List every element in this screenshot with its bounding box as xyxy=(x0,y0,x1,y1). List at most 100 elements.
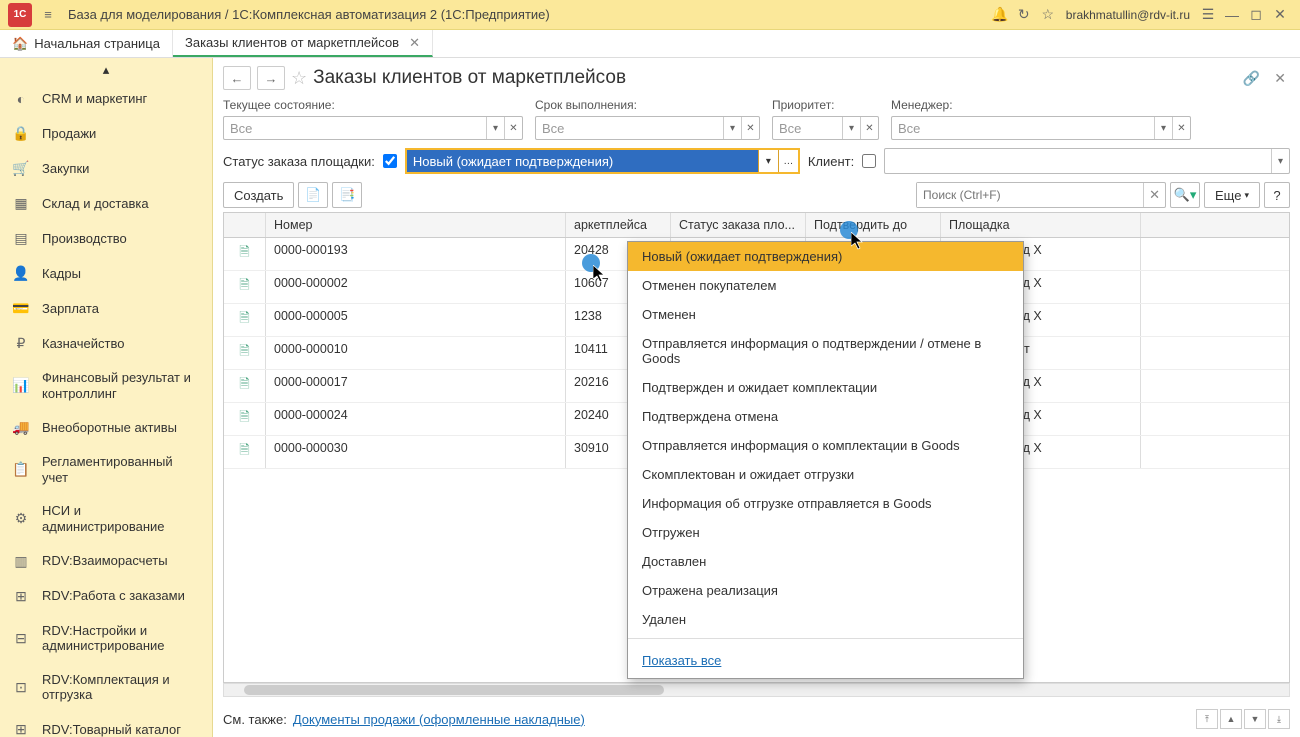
sidebar-item-11[interactable]: ⚙НСИ и администрирование xyxy=(0,494,212,543)
clear-icon[interactable]: ✕ xyxy=(1143,183,1165,207)
sidebar-item-13[interactable]: ⊞RDV:Работа с заказами xyxy=(0,579,212,614)
nav-back-button[interactable]: ← xyxy=(223,66,251,90)
dropdown-item[interactable]: Отгружен xyxy=(628,518,1023,547)
nav-buttons: ⤒ ▲ ▼ ⤓ xyxy=(1196,709,1290,729)
chevron-down-icon[interactable]: ▾ xyxy=(1271,149,1289,173)
col-confirm[interactable]: Подтвердить до xyxy=(806,213,941,237)
tab-close-icon[interactable]: ✕ xyxy=(409,35,420,51)
clear-icon[interactable]: ✕ xyxy=(741,117,759,139)
sidebar-item-1[interactable]: 🔒Продажи xyxy=(0,116,212,151)
filter-status-value[interactable]: Новый (ожидает подтверждения) xyxy=(407,150,758,172)
sidebar-item-14[interactable]: ⊟RDV:Настройки и администрирование xyxy=(0,614,212,663)
col-marketplace[interactable]: аркетплейса xyxy=(566,213,671,237)
filter-manager-box[interactable]: Все ▾ ✕ xyxy=(891,116,1191,140)
doc-icon: 🗎 xyxy=(239,310,249,325)
logo-1c: 1C xyxy=(8,3,32,27)
filter-client-box[interactable]: ▾ xyxy=(884,148,1290,174)
close-icon[interactable]: ✕ xyxy=(1268,6,1292,23)
filter-priority-box[interactable]: Все ▾ ✕ xyxy=(772,116,879,140)
ellipsis-icon[interactable]: … xyxy=(778,150,798,172)
dropdown-item[interactable]: Удален xyxy=(628,605,1023,634)
favorite-icon[interactable]: ☆ xyxy=(291,68,307,89)
sidebar-item-10[interactable]: 📋 Регламентированный учет xyxy=(0,445,212,494)
dropdown-item[interactable]: Новый (ожидает подтверждения) xyxy=(628,242,1023,271)
help-button[interactable]: ? xyxy=(1264,182,1290,208)
dropdown-item[interactable]: Отменен xyxy=(628,300,1023,329)
user-label[interactable]: brakhmatullin@rdv-it.ru xyxy=(1060,8,1196,22)
sidebar-item-0[interactable]: ◐CRM и маркетинг xyxy=(0,82,212,116)
dropdown-item[interactable]: Скомплектован и ожидает отгрузки xyxy=(628,460,1023,489)
dropdown-show-all[interactable]: Показать все xyxy=(628,643,1023,678)
minimize-icon[interactable]: — xyxy=(1220,7,1244,23)
sidebar-item-4[interactable]: ▤Производство xyxy=(0,221,212,256)
sidebar-item-12[interactable]: ▥RDV:Взаиморасчеты xyxy=(0,544,212,579)
link-icon[interactable]: 🔗 xyxy=(1239,70,1264,87)
sidebar-item-16[interactable]: ⊞RDV:Товарный каталог xyxy=(0,712,212,737)
dropdown-item[interactable]: Информация об отгрузке отправляется в Go… xyxy=(628,489,1023,518)
sidebar-item-9[interactable]: 🚚Внеоборотные активы xyxy=(0,410,212,445)
footer-link[interactable]: Документы продажи (оформленные накладные… xyxy=(293,712,585,727)
filter-client-checkbox[interactable] xyxy=(862,154,876,168)
search-box[interactable]: ✕ xyxy=(916,182,1166,208)
sidebar-item-8[interactable]: 📊Финансовый результат и контроллинг xyxy=(0,361,212,410)
nav-fwd-button[interactable]: → xyxy=(257,66,285,90)
tab-home[interactable]: 🏠 Начальная страница xyxy=(0,30,173,57)
chevron-down-icon[interactable]: ▾ xyxy=(842,117,860,139)
nav-last-icon[interactable]: ⤓ xyxy=(1268,709,1290,729)
dropdown-item[interactable]: Отражена реализация xyxy=(628,576,1023,605)
star-icon[interactable]: ☆ xyxy=(1036,6,1060,23)
chevron-down-icon[interactable]: ▾ xyxy=(758,150,778,172)
sidebar-label: Закупки xyxy=(42,161,200,177)
sidebar-item-7[interactable]: ₽Казначейство xyxy=(0,326,212,361)
sidebar-label: Регламентированный учет xyxy=(42,454,200,485)
sidebar-icon: 💳 xyxy=(12,300,30,317)
nav-first-icon[interactable]: ⤒ xyxy=(1196,709,1218,729)
search-button[interactable]: 🔍▾ xyxy=(1170,182,1200,208)
close-page-icon[interactable]: ✕ xyxy=(1270,70,1290,87)
dropdown-item[interactable]: Подтвержден и ожидает комплектации xyxy=(628,373,1023,402)
sidebar-icon: ▦ xyxy=(12,195,30,212)
col-status[interactable]: Статус заказа пло... xyxy=(671,213,806,237)
history-icon[interactable]: ↻ xyxy=(1012,6,1036,23)
nav-up-icon[interactable]: ▲ xyxy=(1220,709,1242,729)
menu-icon[interactable]: ≡ xyxy=(38,7,58,22)
chevron-down-icon[interactable]: ▾ xyxy=(486,117,504,139)
dropdown-item[interactable]: Отправляется информация о подтверждении … xyxy=(628,329,1023,373)
settings-icon[interactable]: ☰ xyxy=(1196,6,1220,23)
filter-due-box[interactable]: Все ▾ ✕ xyxy=(535,116,760,140)
sidebar-item-5[interactable]: 👤Кадры xyxy=(0,256,212,291)
sidebar-collapse[interactable]: ▴ xyxy=(0,58,212,82)
search-input[interactable] xyxy=(917,183,1143,207)
sidebar-item-3[interactable]: ▦Склад и доставка xyxy=(0,186,212,221)
create-button[interactable]: Создать xyxy=(223,182,294,208)
maximize-icon[interactable]: ◻ xyxy=(1244,6,1268,23)
filter-status-checkbox[interactable] xyxy=(383,154,397,168)
sidebar-item-2[interactable]: 🛒Закупки xyxy=(0,151,212,186)
clear-icon[interactable]: ✕ xyxy=(504,117,522,139)
sidebar-item-6[interactable]: 💳Зарплата xyxy=(0,291,212,326)
tab-active[interactable]: Заказы клиентов от маркетплейсов ✕ xyxy=(173,30,433,57)
chevron-down-icon[interactable]: ▾ xyxy=(1154,117,1172,139)
bell-icon[interactable]: 🔔 xyxy=(988,6,1012,23)
dropdown-item[interactable]: Доставлен xyxy=(628,547,1023,576)
dropdown-item[interactable]: Подтверждена отмена xyxy=(628,402,1023,431)
filter-state-box[interactable]: Все ▾ ✕ xyxy=(223,116,523,140)
sidebar-icon: ▤ xyxy=(12,230,30,247)
more-button[interactable]: Еще xyxy=(1204,182,1260,208)
clear-icon[interactable]: ✕ xyxy=(1172,117,1190,139)
col-icon[interactable] xyxy=(224,213,266,237)
dropdown-item[interactable]: Отменен покупателем xyxy=(628,271,1023,300)
filter-status-box[interactable]: Новый (ожидает подтверждения) ▾ … xyxy=(405,148,800,174)
sidebar-item-15[interactable]: ⊡RDV:Комплектация и отгрузка xyxy=(0,663,212,712)
chevron-down-icon[interactable]: ▾ xyxy=(723,117,741,139)
sidebar-label: RDV:Товарный каталог xyxy=(42,722,200,737)
dropdown-item[interactable]: Отправляется информация о комплектации в… xyxy=(628,431,1023,460)
copy-button[interactable]: 📄 xyxy=(298,182,328,208)
nav-down-icon[interactable]: ▼ xyxy=(1244,709,1266,729)
clear-icon[interactable]: ✕ xyxy=(860,117,878,139)
horizontal-scrollbar[interactable] xyxy=(223,683,1290,697)
col-number[interactable]: Номер xyxy=(266,213,566,237)
sidebar-icon: 📋 xyxy=(12,461,30,478)
status-button[interactable]: 📑 xyxy=(332,182,362,208)
col-site[interactable]: Площадка xyxy=(941,213,1141,237)
